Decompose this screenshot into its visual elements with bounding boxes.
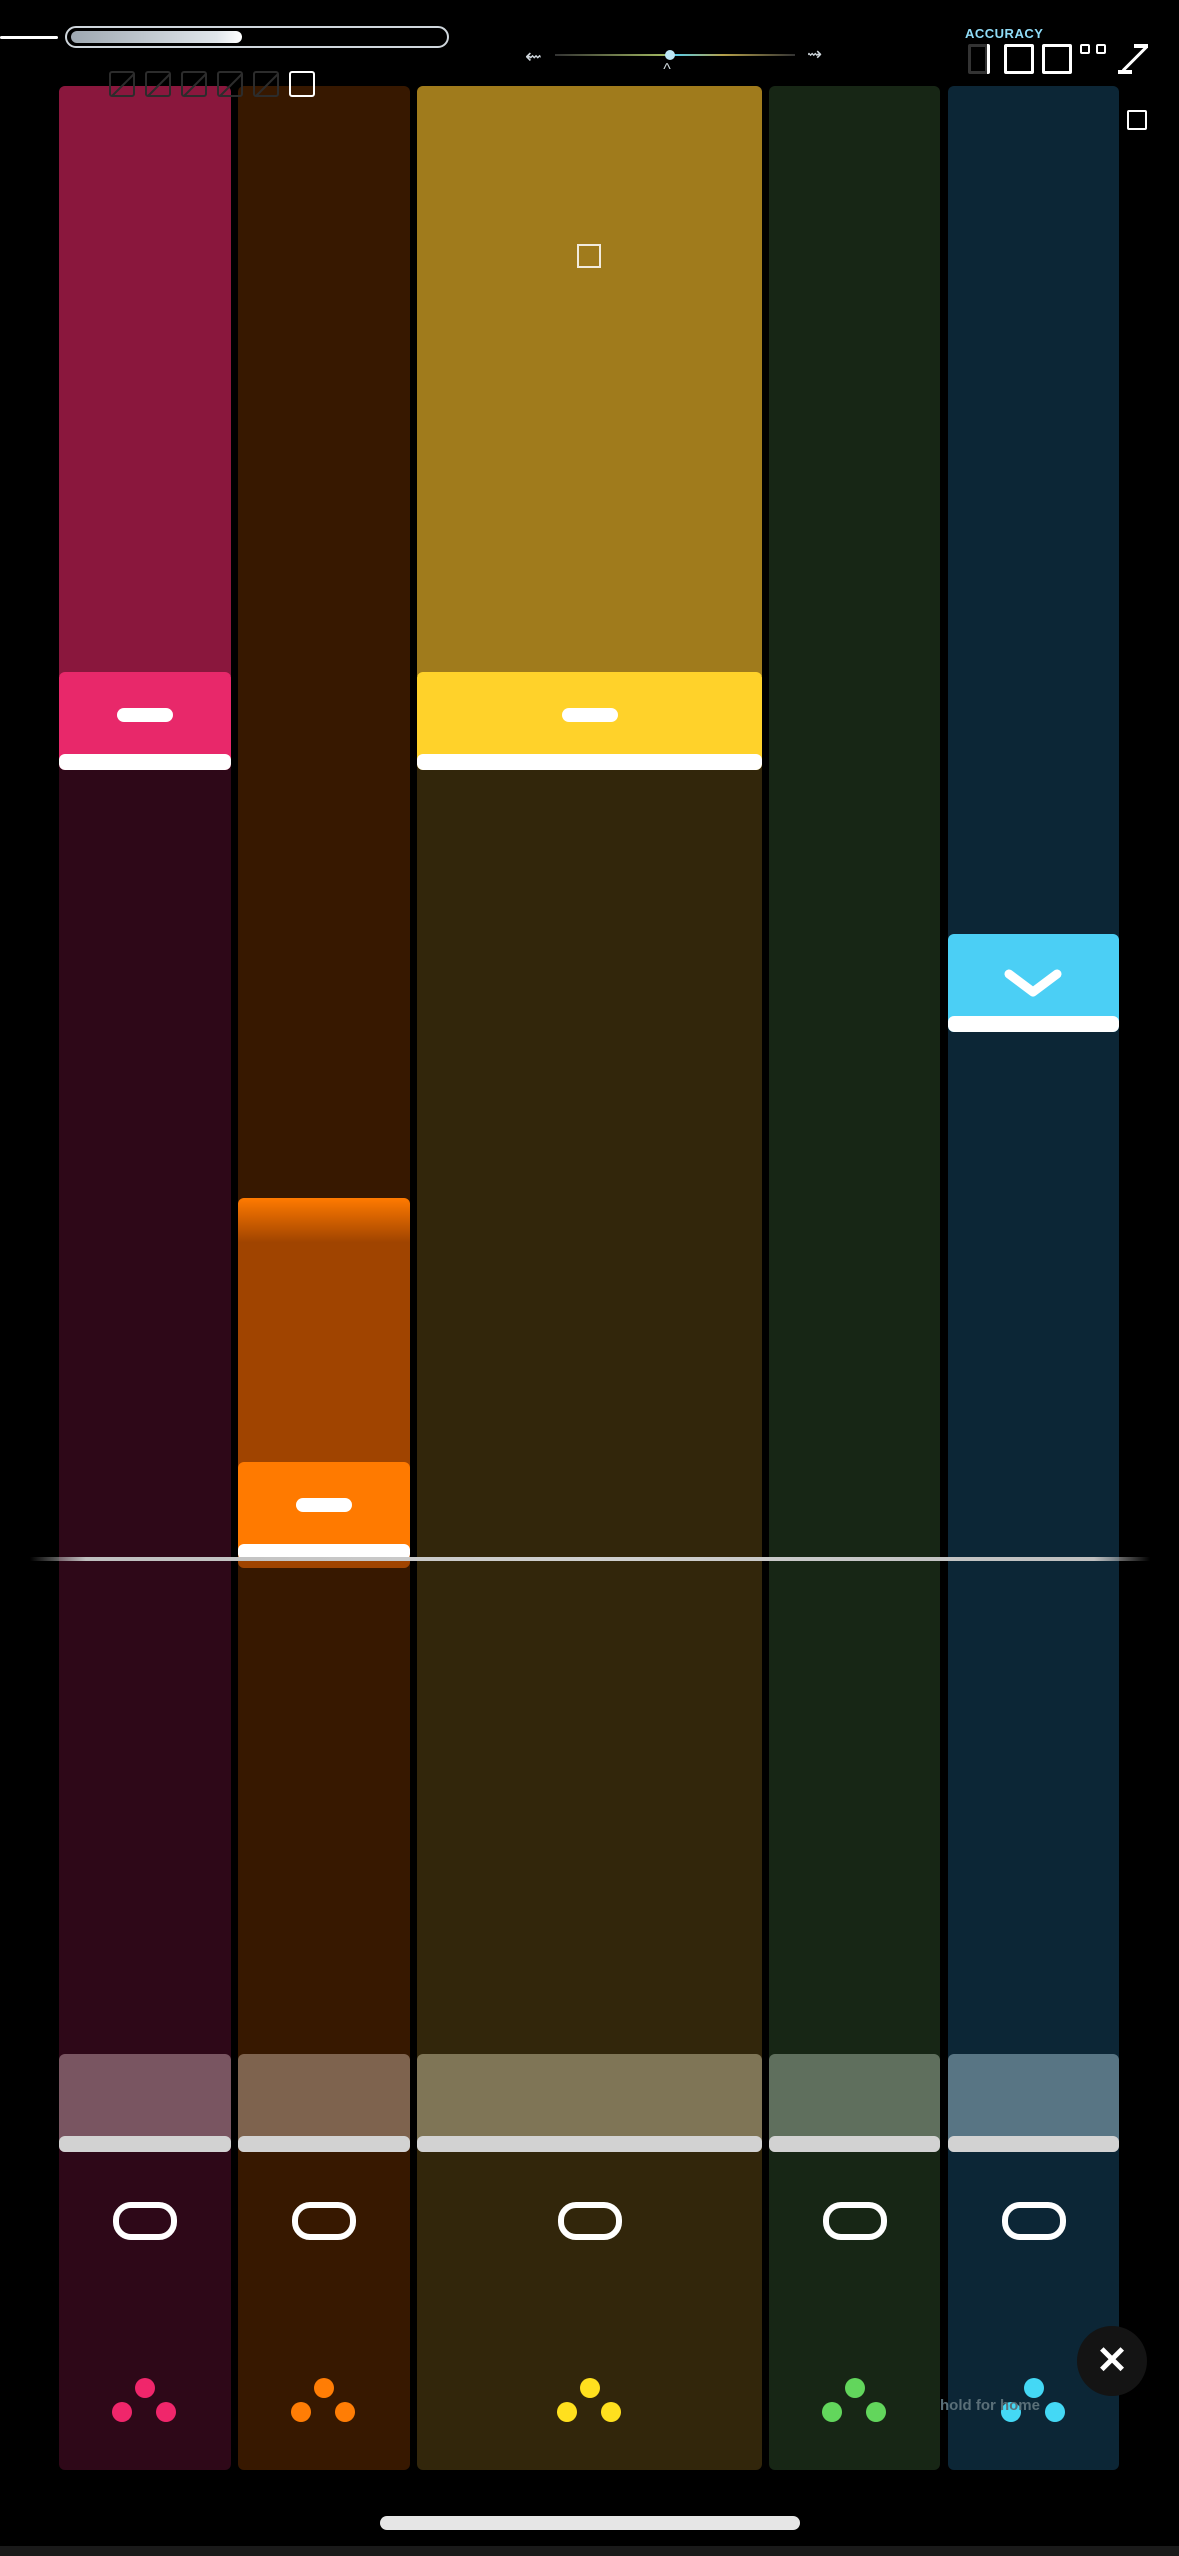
square-icon: [577, 244, 601, 268]
key-ring-icon: [822, 2202, 887, 2240]
receptor-edge: [769, 2136, 940, 2152]
note-orange: [238, 1462, 410, 1560]
dot: [135, 2378, 155, 2398]
hold-trail: [417, 86, 762, 676]
judgement-line: [30, 1557, 1150, 1561]
dot: [556, 2402, 577, 2422]
lane-cyan[interactable]: [948, 86, 1119, 2470]
note-yellow: [417, 672, 762, 770]
dot: [579, 2378, 600, 2398]
chevron-down-icon: [1004, 969, 1062, 997]
lane-green[interactable]: [769, 86, 940, 2470]
lives-indicator: [0, 0, 1, 1]
dot: [1044, 2402, 1065, 2422]
dots-icon: [556, 2378, 623, 2426]
receptor-green[interactable]: [769, 2054, 940, 2152]
life-box: [145, 71, 171, 97]
note-cyan: [948, 934, 1119, 1032]
dot: [112, 2402, 132, 2422]
dot: [1023, 2378, 1044, 2398]
accuracy-digit: [1042, 44, 1072, 74]
song-progress-fill: [71, 31, 242, 43]
dot: [335, 2402, 355, 2422]
dot: [865, 2402, 886, 2422]
menu-dash: [0, 36, 58, 39]
lane-orange[interactable]: [238, 86, 410, 2470]
accuracy-digit: [1080, 44, 1090, 54]
hold-trail: [59, 86, 231, 676]
close-button[interactable]: ✕: [1077, 2326, 1147, 2396]
dots-icon: [821, 2378, 888, 2426]
accuracy-label: ACCURACY: [965, 26, 1044, 41]
key-ring-icon: [113, 2202, 177, 2240]
accuracy-percent: [1118, 44, 1149, 74]
note-pink: [59, 672, 231, 770]
life-box: [253, 71, 279, 97]
note-edge: [948, 1016, 1119, 1032]
life-box: [217, 71, 243, 97]
lane-pink[interactable]: [59, 86, 231, 2470]
note-edge: [417, 754, 762, 770]
life-box: [109, 71, 135, 97]
dash-icon: [561, 708, 618, 722]
receptor-edge: [417, 2136, 762, 2152]
rabbit-icon: ⇝: [807, 44, 823, 64]
receptor-pink[interactable]: [59, 2054, 231, 2152]
receptor-edge: [59, 2136, 231, 2152]
life-box: [181, 71, 207, 97]
receptor-edge: [238, 2136, 410, 2152]
accuracy-digit: [980, 44, 990, 74]
receptor-orange[interactable]: [238, 2054, 410, 2152]
note-edge: [59, 754, 231, 770]
key-ring-icon: [292, 2202, 356, 2240]
receptor-cyan[interactable]: [948, 2054, 1119, 2152]
dots-icon: [112, 2378, 178, 2426]
speed-caret: ^: [663, 61, 671, 78]
dash-icon: [117, 708, 173, 722]
lane-yellow[interactable]: [417, 86, 762, 2470]
song-progress-bar: [65, 26, 449, 48]
speed-slider[interactable]: ⇜ ^ ⇝: [525, 44, 825, 84]
accuracy-digit: [1096, 44, 1106, 54]
dot: [821, 2402, 842, 2422]
key-ring-icon: [557, 2202, 622, 2240]
dot: [156, 2402, 176, 2422]
close-icon: ✕: [1096, 2340, 1128, 2382]
dash-icon: [296, 1498, 352, 1512]
speed-knob[interactable]: [665, 50, 676, 60]
dot: [314, 2378, 334, 2398]
receptor-yellow[interactable]: [417, 2054, 762, 2152]
life-box: [289, 71, 315, 97]
dot: [600, 2402, 621, 2422]
key-ring-icon: [1001, 2202, 1066, 2240]
pp-digit: [1127, 110, 1147, 130]
dot: [291, 2402, 311, 2422]
turtle-icon: ⇜: [525, 46, 542, 68]
dots-icon: [291, 2378, 357, 2426]
bottom-strip: [0, 2546, 1179, 2556]
dot: [844, 2378, 865, 2398]
accuracy-digit: [1004, 44, 1034, 74]
quit-hint: hold for home: [940, 2397, 1040, 2414]
home-indicator[interactable]: [380, 2516, 800, 2530]
receptor-edge: [948, 2136, 1119, 2152]
accuracy-readout: [968, 44, 1153, 78]
